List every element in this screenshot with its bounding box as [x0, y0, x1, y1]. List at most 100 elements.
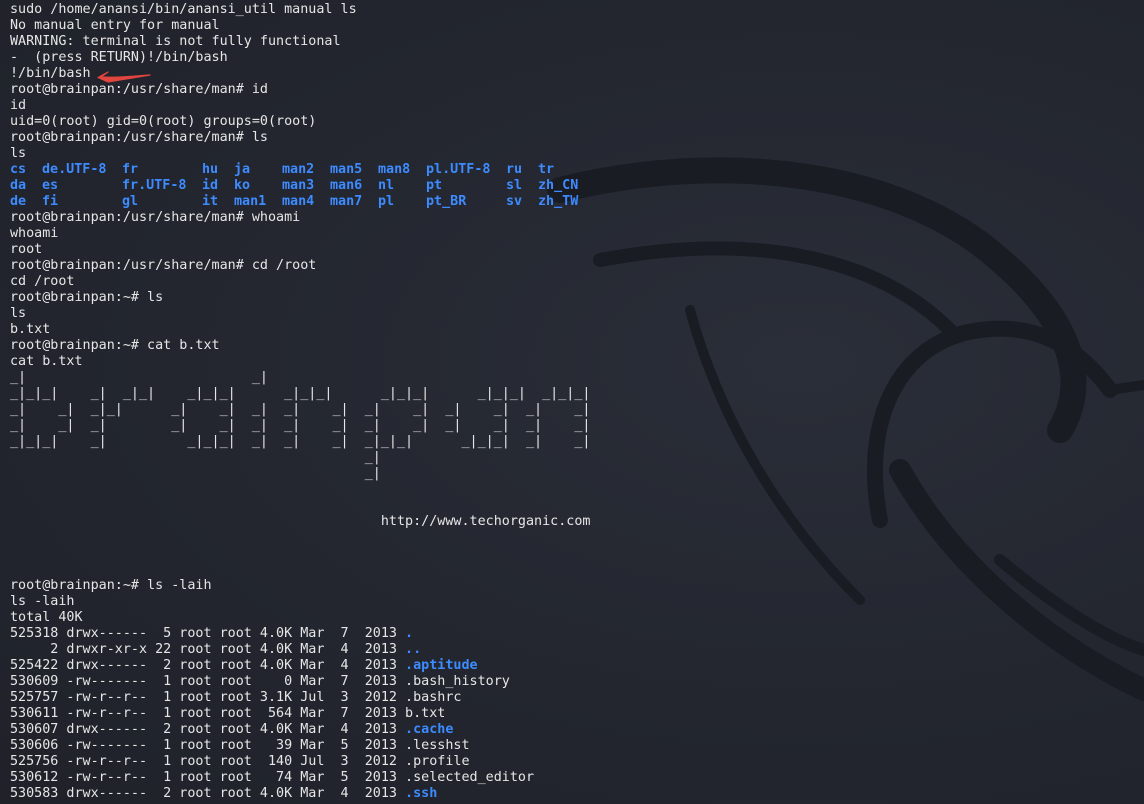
- ls-dir-entry: fr: [122, 162, 139, 177]
- terminal-line: id: [10, 98, 27, 113]
- terminal-line: cat b.txt: [10, 354, 83, 369]
- ls-grid: cs de.UTF-8 fr hu ja man2 man5 man8 pl.UTF-8 ru tr…: [10, 162, 1136, 210]
- ls-dir-entry: man8: [378, 162, 411, 177]
- banner-url: http://www.techorganic.com: [10, 514, 591, 529]
- ls-dir-entry: id: [202, 178, 219, 193]
- terminal-line: whoami: [10, 226, 59, 241]
- listing-file-name: .lesshst: [405, 738, 470, 753]
- listing-row: 525756 -rw-r--r-- 1 root root 140 Jul 3 …: [10, 754, 1136, 770]
- ls-dir-entry: cs: [10, 162, 27, 177]
- listing-meta: 525757 -rw-r--r-- 1 root root 3.1K Jul 3…: [10, 690, 406, 705]
- ls-dir-entry: man3: [282, 178, 315, 193]
- listing-file-name: b.txt: [405, 706, 446, 721]
- listing-meta: 530609 -rw------- 1 root root 0 Mar 7 20…: [10, 674, 406, 689]
- banner-line: _| _|: [10, 370, 268, 385]
- banner-line: _| _| _| _| _| _| _| _| _| _| _| _| _| _…: [10, 418, 591, 433]
- terminal-line: No manual entry for manual: [10, 18, 220, 33]
- ls-dir-entry: hu: [202, 162, 219, 177]
- listing-dir-name: ..: [405, 642, 422, 657]
- ls-dir-entry: man5: [330, 162, 363, 177]
- terminal-window[interactable]: sudo /home/anansi/bin/anansi_util manual…: [0, 0, 1144, 804]
- listing-dir-name: .: [405, 626, 414, 641]
- listing-meta: 530606 -rw------- 1 root root 39 Mar 5 2…: [10, 738, 406, 753]
- listing-row: 2 drwxr-xr-x 22 root root 4.0K Mar 4 201…: [10, 642, 1136, 658]
- ls-grid-row: da es fr.UTF-8 id ko man3 man6 nl pt sl zh_CN: [10, 178, 1136, 194]
- listing-dir-name: .cache: [405, 722, 454, 737]
- ls-dir-entry: pl: [378, 194, 395, 209]
- terminal-line: WARNING: terminal is not fully functiona…: [10, 34, 341, 49]
- ls-dir-entry: sl: [506, 178, 523, 193]
- ls-dir-entry: da: [10, 178, 27, 193]
- listing-row: 530606 -rw------- 1 root root 39 Mar 5 2…: [10, 738, 1136, 754]
- listing-meta: 525422 drwx------ 2 root root 4.0K Mar 4…: [10, 658, 406, 673]
- listing-meta: 530607 drwx------ 2 root root 4.0K Mar 4…: [10, 722, 406, 737]
- ls-dir-entry: ko: [234, 178, 251, 193]
- listing-row: 525757 -rw-r--r-- 1 root root 3.1K Jul 3…: [10, 690, 1136, 706]
- ls-dir-entry: pt_BR: [426, 194, 467, 209]
- ls-dir-entry: nl: [378, 178, 395, 193]
- ls-dir-entry: pt: [426, 178, 443, 193]
- terminal-line: total 40K: [10, 610, 83, 625]
- ls-dir-entry: ja: [234, 162, 251, 177]
- terminal-output: sudo /home/anansi/bin/anansi_util manual…: [10, 2, 1136, 802]
- ls-dir-entry: man1: [234, 194, 267, 209]
- terminal-line: cd /root: [10, 274, 75, 289]
- listing-file-name: .bashrc: [405, 690, 462, 705]
- terminal-line: root@brainpan:/usr/share/man# ls: [10, 130, 268, 145]
- terminal-line: root@brainpan:/usr/share/man# id: [10, 82, 268, 97]
- listing-row: 530609 -rw------- 1 root root 0 Mar 7 20…: [10, 674, 1136, 690]
- ascii-banner: _| _| _|_|_| _| _|_| _|_|_| _|_|_| _|_|_|…: [10, 370, 1136, 578]
- ls-dir-entry: it: [202, 194, 219, 209]
- ls-dir-entry: de: [10, 194, 27, 209]
- listing-meta: 530612 -rw-r--r-- 1 root root 74 Mar 5 2…: [10, 770, 406, 785]
- ls-dir-entry: tr: [538, 162, 555, 177]
- ls-dir-entry: fi: [42, 194, 59, 209]
- terminal-line: uid=0(root) gid=0(root) groups=0(root): [10, 114, 317, 129]
- terminal-line: b.txt: [10, 322, 51, 337]
- banner-line: _| _| _|_| _| _| _| _| _| _| _| _| _| _|…: [10, 402, 591, 417]
- listing-row: 530611 -rw-r--r-- 1 root root 564 Mar 7 …: [10, 706, 1136, 722]
- terminal-line: sudo /home/anansi/bin/anansi_util manual…: [10, 2, 357, 17]
- ls-dir-entry: man2: [282, 162, 315, 177]
- listing-row: 525318 drwx------ 5 root root 4.0K Mar 7…: [10, 626, 1136, 642]
- terminal-line: !/bin/bash: [10, 66, 91, 81]
- listing-meta: 530611 -rw-r--r-- 1 root root 564 Mar 7 …: [10, 706, 406, 721]
- ls-grid-row: cs de.UTF-8 fr hu ja man2 man5 man8 pl.UTF-8 ru tr: [10, 162, 1136, 178]
- listing-file-name: .bash_history: [405, 674, 510, 689]
- banner-line: _|_|_| _| _|_|_| _| _| _| _|_|_| _|_|_| …: [10, 434, 591, 449]
- ls-dir-entry: ru: [506, 162, 523, 177]
- ls-dir-entry: man6: [330, 178, 363, 193]
- ls-dir-entry: zh_CN: [538, 178, 579, 193]
- directory-listing: 525318 drwx------ 5 root root 4.0K Mar 7…: [10, 626, 1136, 802]
- ls-dir-entry: man7: [330, 194, 363, 209]
- terminal-line: root@brainpan:/usr/share/man# whoami: [10, 210, 301, 225]
- ls-dir-entry: man4: [282, 194, 315, 209]
- terminal-line: root@brainpan:~# ls -laih: [10, 578, 212, 593]
- terminal-line: - (press RETURN)!/bin/bash: [10, 50, 228, 65]
- ls-dir-entry: es: [42, 178, 59, 193]
- listing-row: 530583 drwx------ 2 root root 4.0K Mar 4…: [10, 786, 1136, 802]
- ls-dir-entry: fr.UTF-8: [122, 178, 187, 193]
- terminal-line: ls: [10, 306, 27, 321]
- listing-dir-name: .ssh: [405, 786, 438, 801]
- ls-dir-entry: gl: [122, 194, 139, 209]
- banner-line: _|: [10, 450, 381, 465]
- listing-meta: 525756 -rw-r--r-- 1 root root 140 Jul 3 …: [10, 754, 406, 769]
- ls-dir-entry: sv: [506, 194, 523, 209]
- listing-row: 530612 -rw-r--r-- 1 root root 74 Mar 5 2…: [10, 770, 1136, 786]
- listing-row: 525422 drwx------ 2 root root 4.0K Mar 4…: [10, 658, 1136, 674]
- terminal-line: root: [10, 242, 43, 257]
- terminal-line: root@brainpan:~# cat b.txt: [10, 338, 220, 353]
- terminal-line: root@brainpan:/usr/share/man# cd /root: [10, 258, 317, 273]
- ls-dir-entry: de.UTF-8: [42, 162, 107, 177]
- ls-grid-row: de fi gl it man1 man4 man7 pl pt_BR sv zh_TW: [10, 194, 1136, 210]
- ls-dir-entry: pl.UTF-8: [426, 162, 491, 177]
- listing-dir-name: .aptitude: [405, 658, 478, 673]
- listing-meta: 530583 drwx------ 2 root root 4.0K Mar 4…: [10, 786, 406, 801]
- ls-dir-entry: zh_TW: [538, 194, 579, 209]
